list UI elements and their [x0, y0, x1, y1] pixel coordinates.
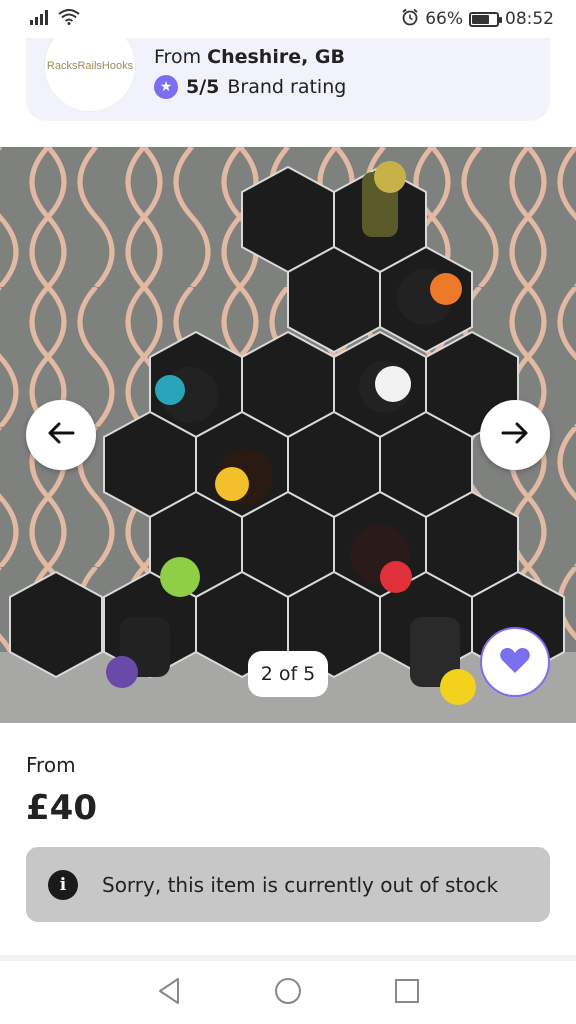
- alarm-icon: [401, 8, 419, 31]
- battery-percent: 66%: [425, 9, 463, 29]
- clock: 08:52: [505, 9, 554, 29]
- image-counter: 2 of 5: [248, 651, 328, 697]
- signal-icon: [30, 9, 52, 30]
- status-bar: 66% 08:52: [0, 0, 576, 38]
- home-circle-icon[interactable]: [274, 977, 302, 1009]
- back-triangle-icon[interactable]: [156, 977, 182, 1009]
- star-icon: ★: [154, 75, 178, 99]
- seller-card[interactable]: RacksRailsHooks From Cheshire, GB ★ 5/5 …: [26, 20, 550, 121]
- status-left: [30, 8, 80, 30]
- rating-value: 5/5: [186, 76, 220, 98]
- wifi-icon: [58, 8, 80, 30]
- favorite-button[interactable]: [480, 627, 550, 697]
- arrow-right-icon: [501, 421, 529, 449]
- arrow-left-icon: [47, 421, 75, 449]
- rating-label: Brand rating: [227, 76, 347, 98]
- seller-location-value: Cheshire, GB: [207, 46, 345, 68]
- seller-rating: ★ 5/5 Brand rating: [154, 75, 346, 99]
- system-nav-bar: [0, 961, 576, 1024]
- price-value: £40: [26, 788, 97, 828]
- status-right: 66% 08:52: [401, 8, 554, 31]
- seller-from-prefix: From: [154, 46, 202, 68]
- heart-icon: [499, 646, 531, 678]
- battery-icon: [469, 11, 502, 27]
- out-of-stock-notice: i Sorry, this item is currently out of s…: [26, 847, 550, 922]
- price-label: From: [26, 753, 76, 777]
- battery-fill: [472, 14, 490, 24]
- info-icon: i: [48, 869, 78, 900]
- recents-square-icon[interactable]: [394, 978, 420, 1008]
- next-image-button[interactable]: [480, 400, 550, 470]
- out-of-stock-text: Sorry, this item is currently out of sto…: [102, 872, 499, 897]
- seller-location: From Cheshire, GB: [154, 46, 345, 68]
- previous-image-button[interactable]: [26, 400, 96, 470]
